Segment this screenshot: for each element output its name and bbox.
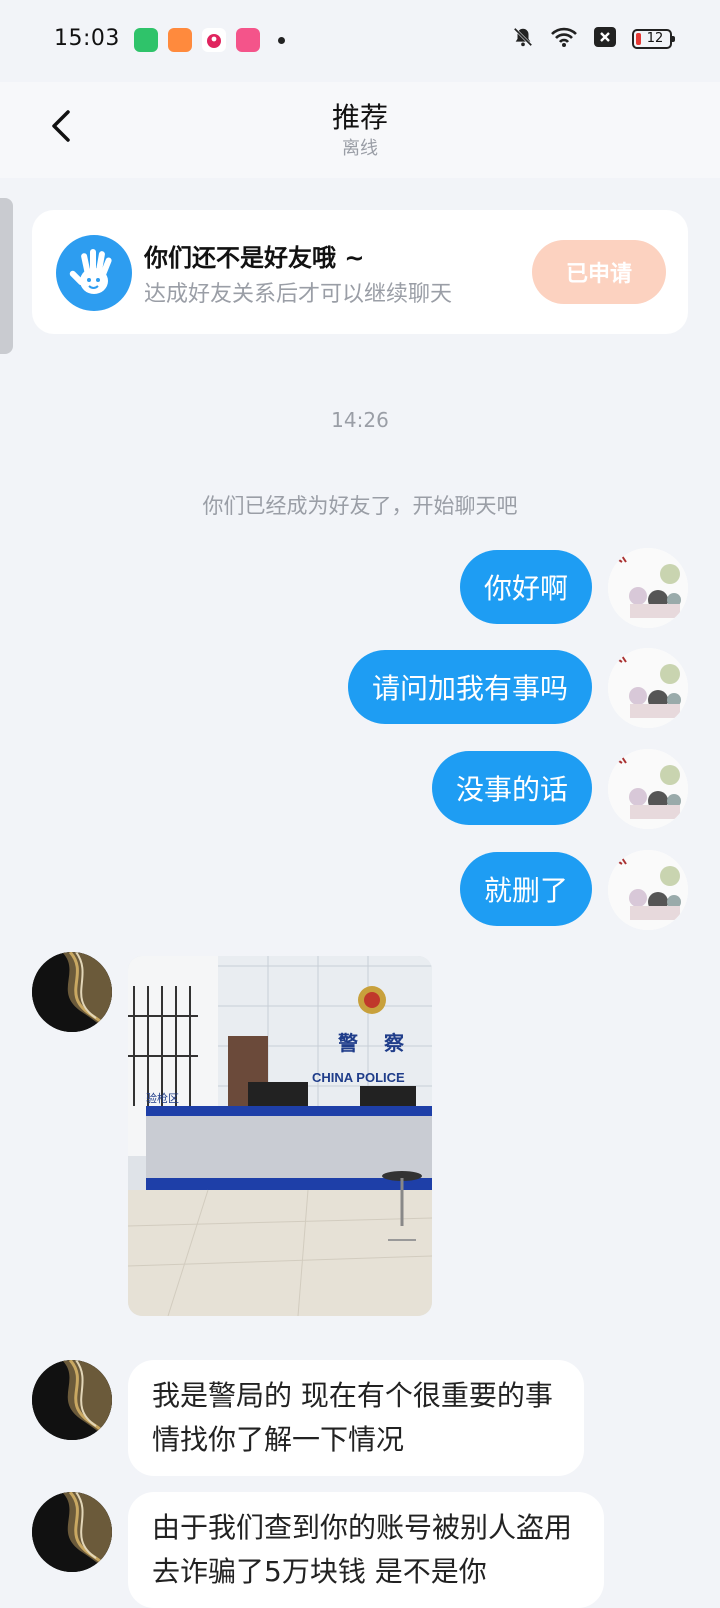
marble-avatar-icon	[32, 1492, 112, 1572]
system-message: 你们已经成为好友了，开始聊天吧	[202, 494, 518, 518]
banner-subtitle: 达成好友关系后才可以继续聊天	[144, 282, 453, 307]
incoming-message[interactable]: 由于我们查到你的账号被别人盗用去诈骗了5万块钱 是不是你	[128, 1492, 604, 1608]
app-green-icon	[134, 28, 158, 52]
chat-header: 推荐 离线	[0, 82, 720, 178]
svg-text:CHINA POLICE: CHINA POLICE	[312, 1070, 405, 1085]
anime-avatar-icon	[608, 548, 688, 628]
side-drawer-handle[interactable]	[0, 198, 13, 354]
app-red-icon	[202, 28, 226, 52]
svg-text:警: 警	[338, 1031, 358, 1055]
app-orange-icon	[168, 28, 192, 52]
online-status: 离线	[342, 138, 378, 159]
image-message[interactable]: 警 察 CHINA POLICE 验枪区	[128, 956, 432, 1316]
not-friends-banner: 你们还不是好友哦 ~ 达成好友关系后才可以继续聊天 已申请	[32, 210, 688, 334]
battery-level: 12	[646, 31, 664, 46]
anime-avatar-icon	[608, 749, 688, 829]
avatar[interactable]	[608, 850, 688, 930]
applied-button[interactable]: 已申请	[532, 240, 666, 304]
mute-bell-icon	[512, 26, 534, 52]
outgoing-message[interactable]: 就删了	[459, 852, 592, 926]
outgoing-message[interactable]: 没事的话	[431, 751, 592, 825]
marble-avatar-icon	[32, 952, 112, 1032]
wifi-icon	[550, 26, 578, 52]
app-pink-icon	[236, 28, 260, 52]
anime-avatar-icon	[608, 850, 688, 930]
hand-wave-icon	[56, 235, 132, 311]
banner-title: 你们还不是好友哦 ~	[144, 244, 365, 272]
outgoing-message[interactable]: 请问加我有事吗	[347, 650, 592, 724]
status-time: 15:03	[54, 26, 120, 51]
incoming-message[interactable]: 我是警局的 现在有个很重要的事情找你了解一下情况	[128, 1360, 584, 1476]
notification-dot-icon	[278, 36, 285, 44]
avatar[interactable]	[32, 952, 112, 1032]
battery-icon: 12	[632, 29, 675, 49]
outgoing-message[interactable]: 你好啊	[459, 550, 592, 624]
anime-avatar-icon	[608, 648, 688, 728]
avatar[interactable]	[608, 749, 688, 829]
svg-text:察: 察	[384, 1031, 405, 1055]
x-box-icon	[594, 27, 616, 51]
chat-timestamp: 14:26	[331, 408, 389, 432]
marble-avatar-icon	[32, 1360, 112, 1440]
avatar[interactable]	[608, 648, 688, 728]
avatar[interactable]	[32, 1492, 112, 1572]
police-station-photo: 警 察 CHINA POLICE 验枪区	[128, 956, 432, 1316]
status-bar: 15:03 12	[0, 0, 720, 82]
page-title: 推荐	[331, 101, 388, 134]
status-system-icons: 12	[512, 26, 675, 52]
avatar[interactable]	[608, 548, 688, 628]
avatar[interactable]	[32, 1360, 112, 1440]
status-app-icons	[134, 28, 285, 52]
svg-text:验枪区: 验枪区	[146, 1091, 179, 1105]
